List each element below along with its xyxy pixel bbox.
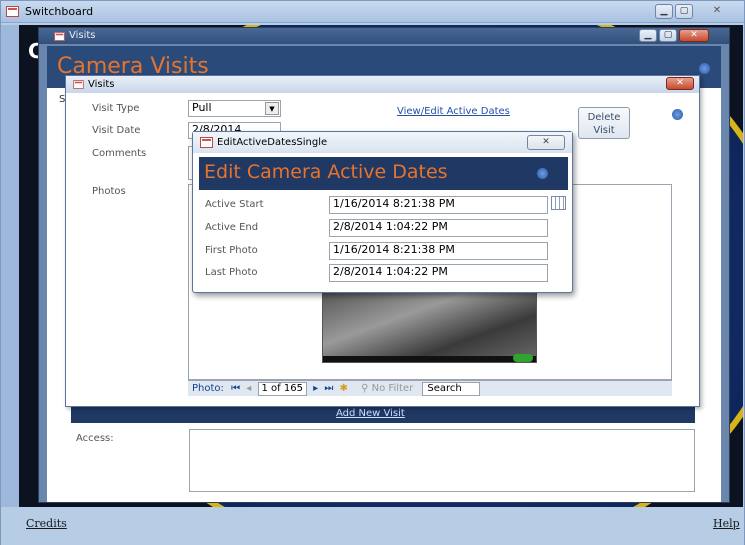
dialog-heading: Edit Camera Active Dates [204, 161, 448, 183]
first-photo-label: First Photo [205, 245, 258, 256]
nav-first-icon[interactable]: ⏮ [231, 381, 240, 396]
delete-visit-label: Delete Visit [587, 112, 621, 136]
active-end-field[interactable]: 2/8/2014 1:04:22 PM [329, 219, 548, 237]
nav-new-icon[interactable]: ✱ [340, 381, 348, 396]
app-icon [73, 80, 84, 89]
dialog-header: Edit Camera Active Dates [199, 157, 568, 190]
app-icon [200, 137, 213, 148]
visits-inner-titlebar: Visits ✕ [66, 76, 699, 93]
help-link[interactable]: Help [713, 517, 740, 530]
active-start-label: Active Start [205, 199, 264, 210]
access-field[interactable] [189, 429, 695, 492]
active-end-label: Active End [205, 222, 259, 233]
add-new-visit-bar: Add New Visit [71, 405, 695, 423]
dropdown-arrow-icon[interactable]: ▼ [265, 102, 279, 115]
photo-info-strip [323, 356, 536, 362]
filter-icon[interactable]: ⚲ [361, 381, 368, 396]
visit-type-select[interactable]: Pull ▼ [188, 100, 281, 117]
nav-next-icon[interactable]: ▸ [313, 381, 318, 396]
photo-nav-filter[interactable]: No Filter [372, 381, 414, 396]
close-icon[interactable]: ✕ [679, 29, 709, 42]
active-start-field[interactable]: 1/16/2014 8:21:38 PM [329, 196, 548, 214]
visits-outer-title: Visits [69, 30, 96, 41]
close-icon[interactable]: ✕ [707, 5, 727, 19]
minimize-icon[interactable]: ▁ [639, 29, 657, 42]
close-icon[interactable]: ✕ [527, 135, 565, 150]
photo-nav-label: Photo: [192, 383, 224, 394]
photo-nav-search[interactable]: Search [422, 382, 481, 396]
dialog-title: EditActiveDatesSingle [217, 137, 328, 148]
visits-inner-title: Visits [88, 79, 115, 90]
edit-active-dates-dialog: EditActiveDatesSingle ✕ Edit Camera Acti… [192, 131, 573, 293]
access-label: Access: [76, 433, 114, 444]
visit-type-label: Visit Type [92, 103, 140, 114]
photo-record-nav: Photo: ⏮ ◂ 1 of 165 ▸ ⏭ ✱ ⚲ No Filter Se… [188, 380, 672, 396]
calendar-icon[interactable] [551, 196, 566, 210]
restore-icon[interactable]: ▢ [675, 4, 693, 19]
dialog-titlebar: EditActiveDatesSingle ✕ [193, 132, 572, 153]
first-photo-field[interactable]: 1/16/2014 8:21:38 PM [329, 242, 548, 260]
visit-type-value: Pull [192, 101, 212, 114]
comments-label: Comments [92, 148, 147, 159]
last-photo-label: Last Photo [205, 267, 258, 278]
nav-prev-icon[interactable]: ◂ [246, 381, 251, 396]
credits-link[interactable]: Credits [26, 517, 67, 530]
visit-date-label: Visit Date [92, 125, 141, 136]
help-icon[interactable] [699, 63, 710, 74]
photos-label: Photos [92, 186, 126, 197]
delete-visit-button[interactable]: Delete Visit [578, 107, 630, 139]
restore-icon[interactable]: ▢ [659, 29, 677, 42]
switchboard-bottom [1, 507, 744, 545]
view-edit-active-dates-link[interactable]: View/Edit Active Dates [397, 106, 510, 117]
photo-image[interactable] [322, 281, 537, 363]
app-icon [6, 6, 19, 17]
help-icon[interactable] [672, 109, 683, 120]
help-icon[interactable] [537, 168, 548, 179]
switchboard-titlebar: Switchboard ▁ ▢ ✕ [1, 1, 744, 23]
photo-green-badge [513, 354, 533, 362]
switchboard-title: Switchboard [25, 5, 94, 18]
switchboard-left-strip [1, 25, 19, 509]
photo-nav-record[interactable]: 1 of 165 [257, 382, 307, 396]
app-icon [54, 32, 65, 41]
nav-last-icon[interactable]: ⏭ [324, 381, 333, 396]
minimize-icon[interactable]: ▁ [655, 4, 673, 19]
last-photo-field[interactable]: 2/8/2014 1:04:22 PM [329, 264, 548, 282]
add-new-visit-link[interactable]: Add New Visit [336, 408, 405, 419]
close-icon[interactable]: ✕ [666, 77, 694, 90]
visits-outer-titlebar: Visits ▁ ▢ ✕ [39, 28, 729, 44]
